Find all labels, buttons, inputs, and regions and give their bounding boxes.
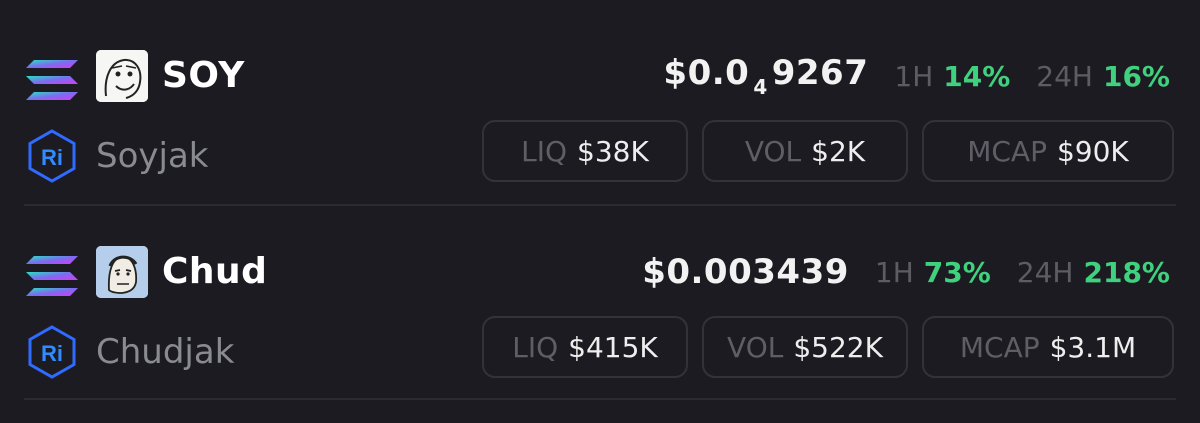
svg-text:Ri: Ri [41, 145, 63, 170]
volume-label: VOL [727, 330, 784, 364]
token-row[interactable]: SOY Ri Soyjak $0.0 4 9267 1H 14% 24H 16% L… [0, 8, 1200, 204]
token-symbol: SOY [162, 55, 245, 96]
stats-pills: LIQ $415K VOL $522K MCAP $3.1M [482, 316, 1174, 378]
solana-icon [24, 56, 80, 104]
change-1h-value: 14% [943, 59, 1011, 93]
token-price: $0.0 4 9267 [663, 53, 869, 99]
liquidity-label: LIQ [521, 134, 568, 168]
svg-text:Ri: Ri [41, 341, 63, 366]
token-price: $0.003439 [642, 252, 849, 292]
volume-value: $2K [811, 134, 866, 168]
market-cap-label: MCAP [967, 134, 1047, 168]
timeframe-1h-label: 1H [874, 255, 914, 289]
token-name: Chudjak [96, 332, 235, 372]
change-24h-value: 16% [1102, 59, 1170, 93]
change-1h-value: 73% [923, 255, 991, 289]
market-cap-pill[interactable]: MCAP $90K [922, 120, 1174, 182]
raydium-icon: Ri [24, 324, 80, 380]
row-divider [24, 398, 1176, 400]
volume-value: $522K [793, 330, 883, 364]
volume-pill[interactable]: VOL $2K [702, 120, 908, 182]
liquidity-pill[interactable]: LIQ $38K [482, 120, 688, 182]
liquidity-pill[interactable]: LIQ $415K [482, 316, 688, 378]
price-line: $0.003439 1H 73% 24H 218% [642, 248, 1170, 296]
token-name: Soyjak [96, 136, 209, 176]
solana-icon [24, 252, 80, 300]
liquidity-value: $415K [568, 330, 658, 364]
change-24h-value: 218% [1083, 255, 1170, 289]
volume-label: VOL [744, 134, 802, 168]
liquidity-label: LIQ [512, 330, 559, 364]
price-line: $0.0 4 9267 1H 14% 24H 16% [663, 52, 1170, 100]
market-cap-pill[interactable]: MCAP $3.1M [922, 316, 1174, 378]
timeframe-24h-label: 24H [1016, 255, 1074, 289]
market-cap-label: MCAP [959, 330, 1040, 364]
token-avatar-soyjak [96, 50, 148, 102]
market-cap-value: $90K [1056, 134, 1129, 168]
raydium-icon: Ri [24, 128, 80, 184]
token-row[interactable]: Chud Ri Chudjak $0.003439 1H 73% 24H 218… [0, 204, 1200, 400]
timeframe-24h-label: 24H [1036, 59, 1093, 93]
token-symbol: Chud [162, 251, 268, 292]
liquidity-value: $38K [577, 134, 649, 168]
stats-pills: LIQ $38K VOL $2K MCAP $90K [482, 120, 1174, 182]
timeframe-1h-label: 1H [894, 59, 934, 93]
price-zero-count: 4 [753, 75, 768, 99]
token-avatar-chudjak [96, 246, 148, 298]
volume-pill[interactable]: VOL $522K [702, 316, 908, 378]
token-list: SOY Ri Soyjak $0.0 4 9267 1H 14% 24H 16% L… [0, 0, 1200, 423]
market-cap-value: $3.1M [1049, 330, 1137, 364]
